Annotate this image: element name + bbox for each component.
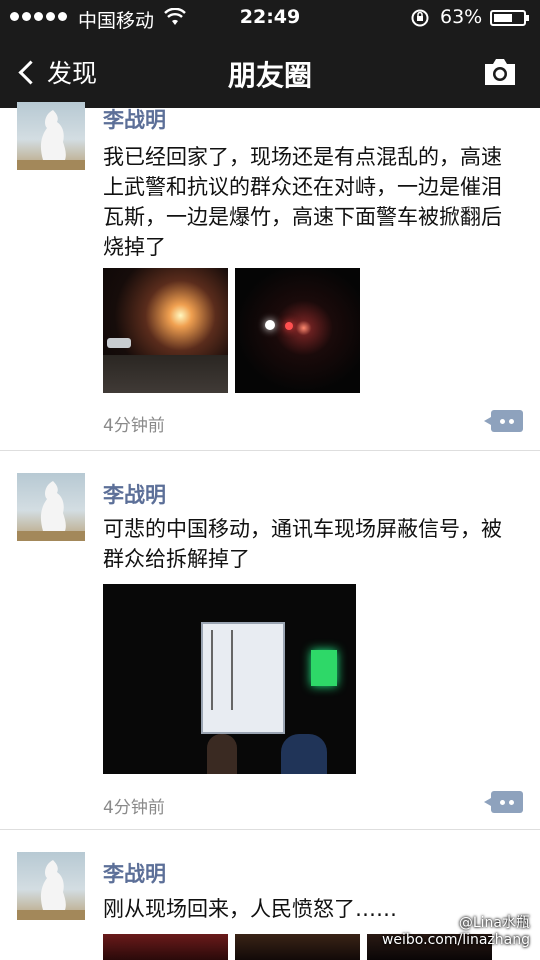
post-text: 可悲的中国移动，通讯车现场屏蔽信号，被群众给拆解掉了 [103,517,502,571]
post-timestamp: 4分钟前 [103,416,165,436]
moment-post: 李战明 我已经回家了，现场还是有点混乱的，高速上武警和抗议的群众还在对峙，一边是… [0,102,540,451]
nav-bar: 发现 朋友圈 [0,36,540,108]
rotation-lock-icon [410,8,430,33]
author-name[interactable]: 李战明 [103,104,166,134]
moment-post: 李战明 可悲的中国移动，通讯车现场屏蔽信号，被群众给拆解掉了 4分钟前 [0,451,540,830]
camera-icon [485,59,515,85]
watermark-handle: @Lina水瓶 [458,915,530,931]
post-timestamp: 4分钟前 [103,798,165,818]
comment-menu-button[interactable] [484,791,523,813]
page-title: 朋友圈 [227,59,312,92]
author-name[interactable]: 李战明 [103,479,166,509]
avatar[interactable] [17,102,85,170]
comment-menu-button[interactable] [484,410,523,432]
avatar[interactable] [17,473,85,541]
battery-icon [490,10,529,26]
weibo-watermark: @Lina水瓶 weibo.com/linazhang [382,912,530,948]
post-photo[interactable] [103,934,228,960]
status-bar: 中国移动 22:49 63% [0,0,540,36]
horse-statue-image [17,481,85,541]
battery-percent: 63% [440,6,483,28]
post-photo[interactable] [235,934,360,960]
post-photo[interactable] [103,268,228,393]
watermark-url: weibo.com/linazhang [381,932,530,948]
post-text: 我已经回家了，现场还是有点混乱的，高速上武警和抗议的群众还在对峙，一边是催泪瓦斯… [103,145,502,259]
horse-statue-image [17,110,85,170]
post-photo[interactable] [235,268,360,393]
avatar[interactable] [17,852,85,920]
post-photo[interactable] [103,584,356,774]
author-name[interactable]: 李战明 [103,858,166,888]
camera-button[interactable] [482,56,518,88]
horse-statue-image [17,860,85,920]
